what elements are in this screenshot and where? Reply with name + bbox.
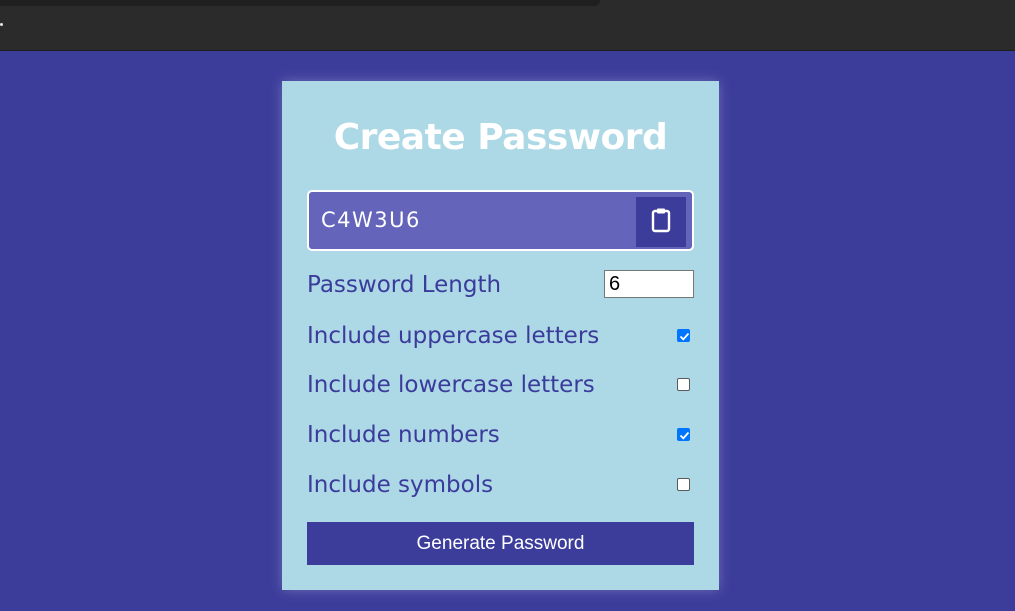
password-result-box: C4W3U6 — [307, 190, 694, 251]
length-input[interactable] — [604, 270, 694, 298]
generate-password-button[interactable]: Generate Password — [307, 522, 694, 565]
length-row: Password Length — [307, 270, 694, 304]
option-row-symbols: Include symbols — [307, 470, 694, 504]
uppercase-checkbox[interactable] — [677, 329, 690, 342]
lowercase-label: Include lowercase letters — [307, 372, 595, 398]
copy-button[interactable] — [636, 197, 686, 247]
password-generator-card: Create Password C4W3U6 Password Length I… — [282, 81, 719, 590]
clipboard-icon — [651, 207, 671, 237]
option-row-lowercase: Include lowercase letters — [307, 370, 694, 404]
option-row-uppercase: Include uppercase letters — [307, 321, 694, 355]
uppercase-label: Include uppercase letters — [307, 323, 600, 349]
browser-top-bar — [0, 0, 1015, 51]
option-row-numbers: Include numbers — [307, 420, 694, 454]
tab-strip — [0, 0, 600, 6]
numbers-label: Include numbers — [307, 422, 500, 448]
dot-marker — [0, 23, 3, 26]
symbols-label: Include symbols — [307, 472, 494, 498]
lowercase-checkbox[interactable] — [677, 378, 690, 391]
page-title: Create Password — [333, 117, 668, 158]
password-result: C4W3U6 — [321, 208, 421, 232]
symbols-checkbox[interactable] — [677, 478, 690, 491]
length-label: Password Length — [307, 272, 502, 298]
numbers-checkbox[interactable] — [677, 428, 690, 441]
